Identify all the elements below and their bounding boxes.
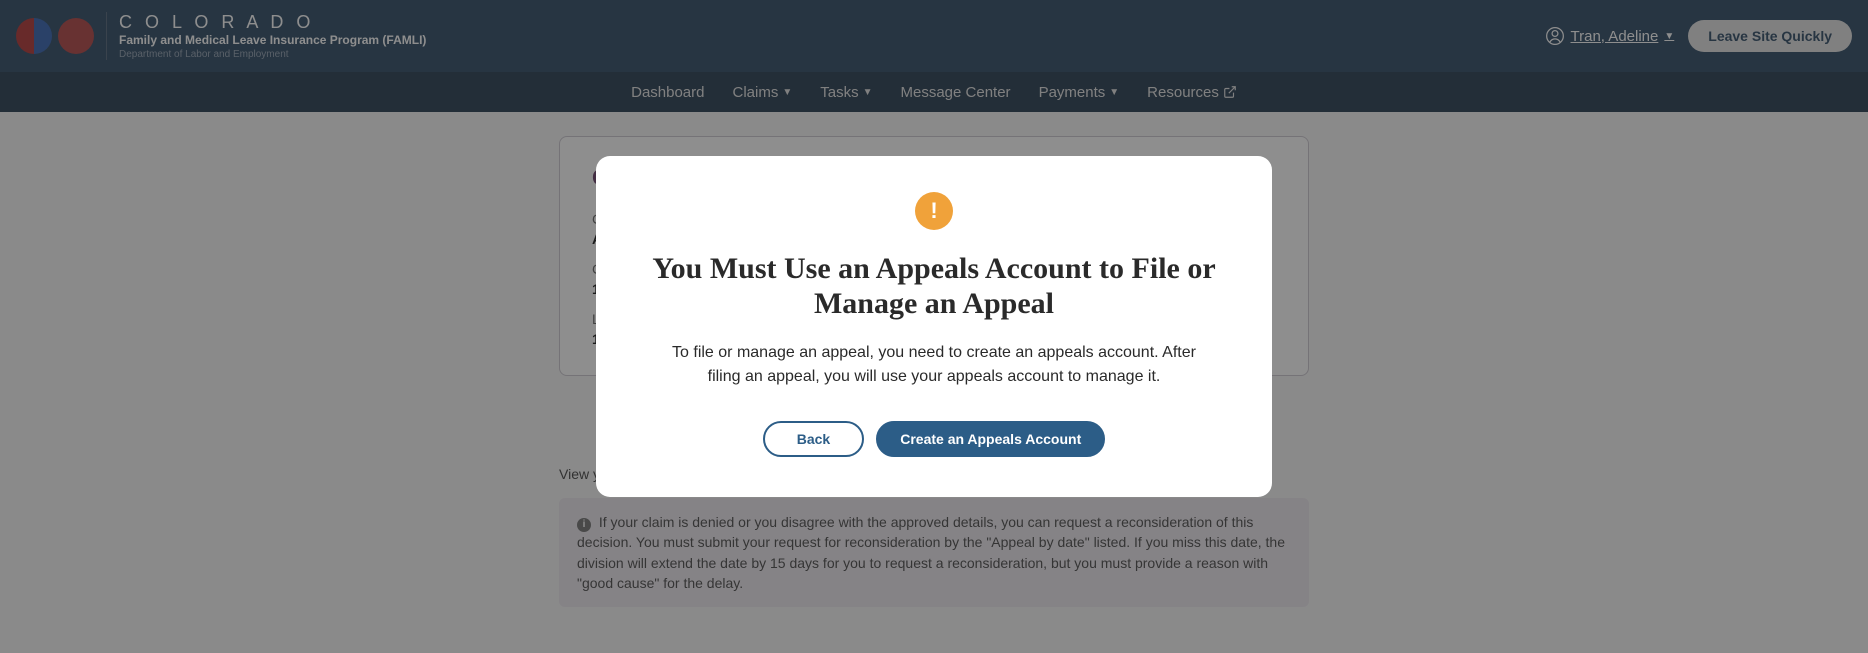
modal-overlay: ! You Must Use an Appeals Account to Fil… — [0, 0, 1868, 653]
appeals-modal: ! You Must Use an Appeals Account to Fil… — [596, 156, 1272, 497]
modal-body: To file or manage an appeal, you need to… — [644, 341, 1224, 389]
warning-icon: ! — [915, 192, 953, 230]
back-button[interactable]: Back — [763, 421, 864, 457]
create-appeals-account-button[interactable]: Create an Appeals Account — [876, 421, 1105, 457]
modal-buttons: Back Create an Appeals Account — [644, 421, 1224, 457]
modal-title: You Must Use an Appeals Account to File … — [644, 252, 1224, 321]
